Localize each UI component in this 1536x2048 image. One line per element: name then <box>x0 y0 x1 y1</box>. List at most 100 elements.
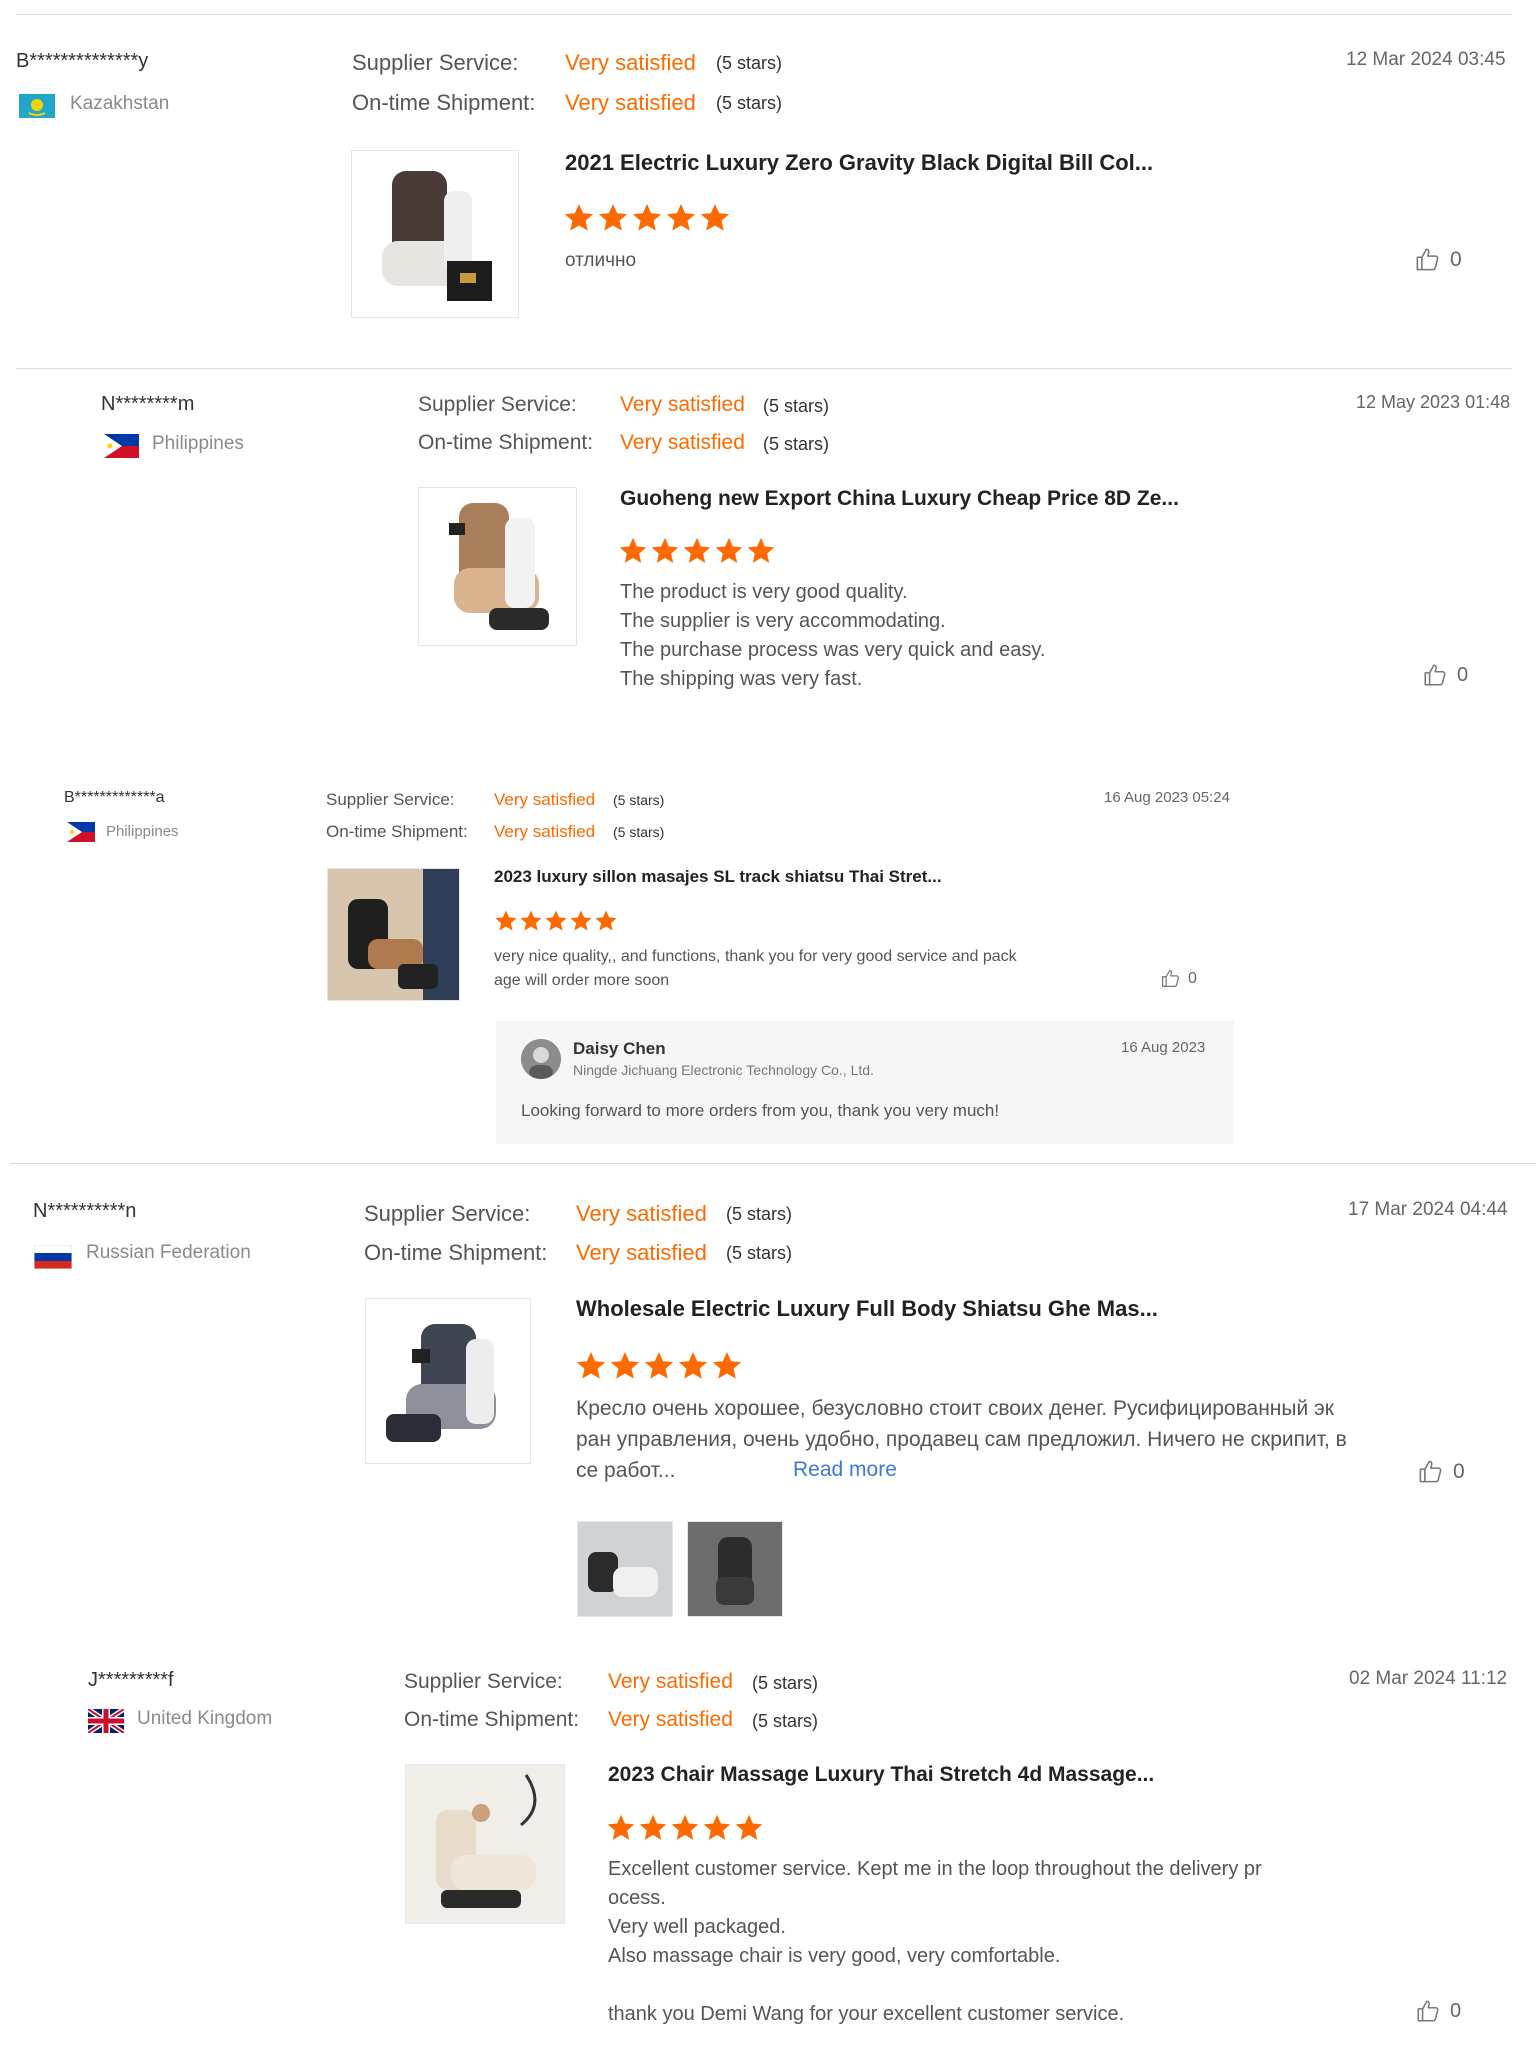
like-button[interactable]: 0 <box>1414 246 1462 273</box>
like-button[interactable]: 0 <box>1422 662 1468 688</box>
like-count: 0 <box>1188 969 1197 987</box>
review-text: Кресло очень хорошее, безусловно стоит с… <box>576 1393 1347 1486</box>
supplier-service-stars: (5 stars) <box>613 792 665 808</box>
buyer-country: Philippines <box>106 823 179 840</box>
review-text-line: very nice quality,, and functions, thank… <box>494 948 1017 965</box>
like-button[interactable]: 0 <box>1417 1458 1465 1485</box>
star-icon <box>700 204 730 231</box>
star-rating <box>575 1350 745 1382</box>
review-text: Excellent customer service. Kept me in t… <box>608 1855 1262 2029</box>
star-icon <box>639 1814 667 1840</box>
star-rating <box>606 1813 766 1843</box>
shipment-rating: Very satisfied <box>608 1708 733 1731</box>
shipment-rating: Very satisfied <box>576 1240 707 1265</box>
thumbs-up-icon <box>1424 664 1446 686</box>
star-icon <box>595 910 617 931</box>
product-title[interactable]: Wholesale Electric Luxury Full Body Shia… <box>576 1296 1158 1322</box>
flag-icon <box>104 434 139 458</box>
flag-icon <box>88 1709 124 1733</box>
star-icon <box>671 1814 699 1840</box>
review-text-line: Also massage chair is very good, very co… <box>608 1945 1061 1967</box>
review-text: The product is very good quality. The sup… <box>620 578 1045 694</box>
review-text-line: The shipping was very fast. <box>620 668 863 690</box>
star-icon <box>576 1352 606 1379</box>
supplier-reply: Daisy Chen Ningde Jichuang Electronic Te… <box>496 1021 1234 1144</box>
buyer-name: B*************a <box>64 789 165 806</box>
supplier-service-stars: (5 stars) <box>716 53 783 73</box>
review-divider <box>16 368 1512 369</box>
star-icon <box>666 204 696 231</box>
star-icon <box>607 1814 635 1840</box>
shipment-stars: (5 stars) <box>726 1243 793 1263</box>
shipment-stars: (5 stars) <box>613 824 665 840</box>
shipment-label: On-time Shipment: <box>418 431 594 454</box>
review-date: 12 Mar 2024 03:45 <box>1346 49 1506 70</box>
product-image[interactable] <box>418 487 577 646</box>
star-icon <box>619 537 647 563</box>
buyer-name: N********m <box>101 393 195 415</box>
avatar <box>521 1039 561 1079</box>
like-count: 0 <box>1450 247 1462 271</box>
star-rating <box>494 909 619 933</box>
review-date: 02 Mar 2024 11:12 <box>1349 1668 1508 1689</box>
review-photo[interactable] <box>577 1521 673 1617</box>
review-text: very nice quality,, and functions, thank… <box>494 945 1017 993</box>
reply-company: Ningde Jichuang Electronic Technology Co… <box>573 1062 874 1078</box>
supplier-service-rating: Very satisfied <box>608 1670 733 1693</box>
product-title[interactable]: 2023 luxury sillon masajes SL track shia… <box>494 867 942 887</box>
product-title[interactable]: Guoheng new Export China Luxury Cheap Pr… <box>620 487 1179 511</box>
supplier-service-stars: (5 stars) <box>752 1673 819 1693</box>
product-title[interactable]: 2021 Electric Luxury Zero Gravity Black … <box>565 150 1153 176</box>
like-count: 0 <box>1457 663 1469 686</box>
star-icon <box>678 1352 708 1379</box>
review-text-line: thank you Demi Wang for your excellent c… <box>608 2003 1125 2025</box>
thumbs-up-icon <box>1417 2000 1439 2022</box>
thumbs-up-icon <box>1419 1460 1442 1483</box>
thumbs-up-icon <box>1162 970 1179 987</box>
product-image[interactable] <box>351 150 519 318</box>
supplier-service-stars: (5 stars) <box>763 396 830 416</box>
shipment-stars: (5 stars) <box>752 1711 819 1731</box>
review-divider <box>10 1163 1536 1164</box>
top-divider <box>16 14 1512 15</box>
review-text-line: ocess. <box>608 1887 666 1909</box>
shipment-stars: (5 stars) <box>716 93 783 113</box>
buyer-country: United Kingdom <box>137 1708 273 1729</box>
read-more-link[interactable]: Read more <box>793 1458 897 1482</box>
star-icon <box>683 537 711 563</box>
like-button[interactable]: 0 <box>1160 968 1197 989</box>
star-icon <box>598 204 628 231</box>
product-image[interactable] <box>405 1764 565 1924</box>
star-icon <box>632 204 662 231</box>
shipment-label: On-time Shipment: <box>404 1708 580 1731</box>
buyer-name: B**************y <box>16 50 149 72</box>
review-text-line: Very well packaged. <box>608 1916 786 1938</box>
shipment-rating: Very satisfied <box>494 822 596 841</box>
shipment-rating: Very satisfied <box>620 431 745 454</box>
like-count: 0 <box>1450 1999 1462 2022</box>
star-icon <box>570 910 592 931</box>
product-image[interactable] <box>327 868 460 1001</box>
reply-author: Daisy Chen <box>573 1039 666 1058</box>
review-text-line: Кресло очень хорошее, безусловно стоит с… <box>576 1397 1334 1420</box>
review-date: 12 May 2023 01:48 <box>1356 392 1511 412</box>
review-text-line: The supplier is very accommodating. <box>620 610 946 632</box>
buyer-country: Russian Federation <box>86 1242 251 1263</box>
star-icon <box>651 537 679 563</box>
supplier-service-label: Supplier Service: <box>364 1201 531 1226</box>
product-title[interactable]: 2023 Chair Massage Luxury Thai Stretch 4… <box>608 1763 1154 1787</box>
supplier-service-stars: (5 stars) <box>726 1204 793 1224</box>
review-text-line: отлично <box>565 250 637 271</box>
reply-text: Looking forward to more orders from you,… <box>521 1101 1000 1120</box>
like-button[interactable]: 0 <box>1415 1998 1461 2024</box>
flag-icon <box>19 94 55 118</box>
supplier-service-label: Supplier Service: <box>326 790 455 809</box>
star-icon <box>520 910 542 931</box>
star-icon <box>564 204 594 231</box>
review-text-line: се работ... <box>576 1459 676 1482</box>
star-icon <box>610 1352 640 1379</box>
flag-icon <box>67 822 95 842</box>
product-image[interactable] <box>365 1298 531 1464</box>
shipment-stars: (5 stars) <box>763 434 830 454</box>
review-photo[interactable] <box>687 1521 783 1617</box>
